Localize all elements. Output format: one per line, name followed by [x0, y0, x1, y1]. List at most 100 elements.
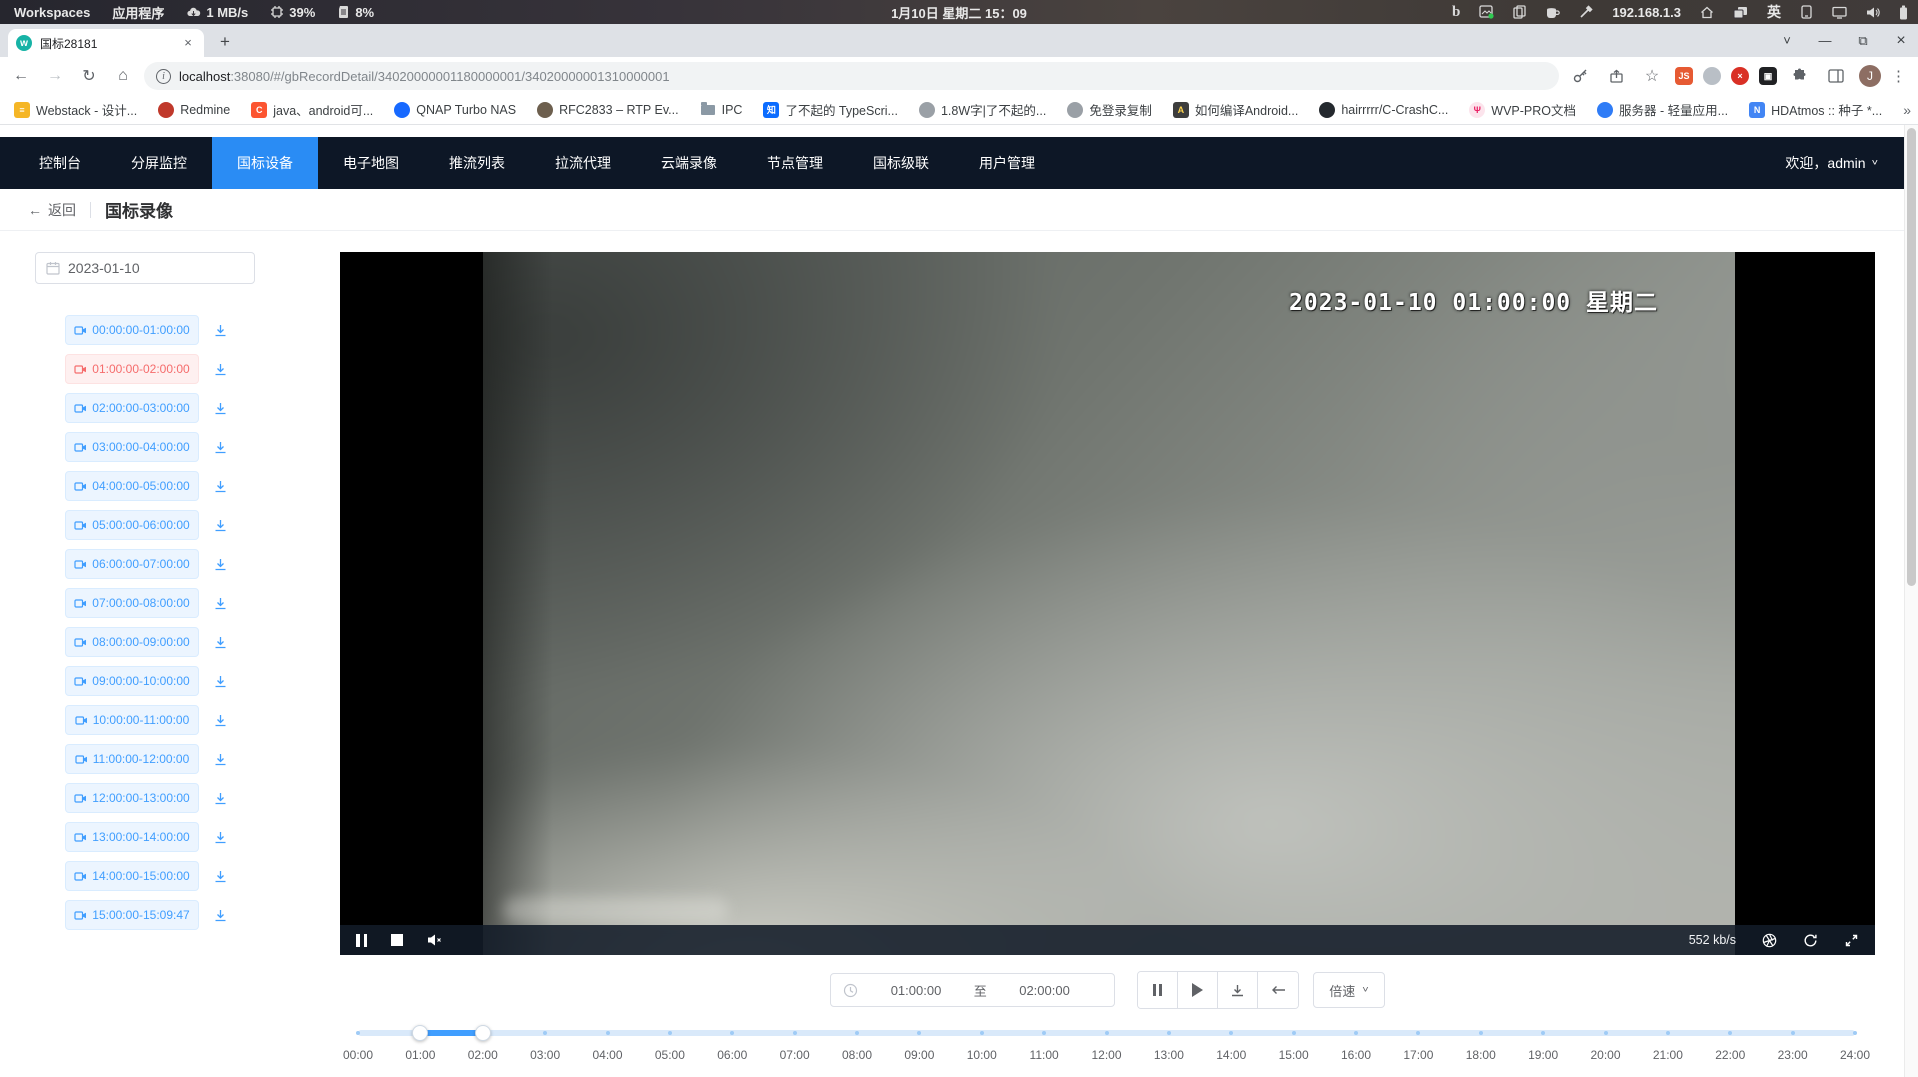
- tab-close-icon[interactable]: ×: [180, 35, 196, 51]
- tab-search-chevron-icon[interactable]: ˅: [1780, 33, 1794, 48]
- clipboard-tray-icon[interactable]: [1513, 5, 1526, 19]
- timeline-track[interactable]: [358, 1030, 1855, 1036]
- recording-segment-button[interactable]: 10:00:00-11:00:00: [65, 705, 199, 735]
- recording-segment-button[interactable]: 05:00:00-06:00:00: [65, 510, 199, 540]
- bookmark-item[interactable]: ≡Webstack - 设计...: [14, 100, 137, 119]
- download-recording-button[interactable]: [213, 518, 228, 533]
- nav-item-2[interactable]: 国标设备: [212, 137, 318, 189]
- recording-segment-button[interactable]: 12:00:00-13:00:00: [65, 783, 199, 813]
- video-player[interactable]: 2023-01-10 01:00:00 星期二 552 kb/s: [340, 252, 1875, 955]
- applications-menu[interactable]: 应用程序: [112, 3, 164, 22]
- download-recording-button[interactable]: [213, 362, 228, 377]
- recording-segment-button[interactable]: 14:00:00-15:00:00: [65, 861, 199, 891]
- seek-back-button[interactable]: [1258, 972, 1298, 1008]
- download-recording-button[interactable]: [213, 635, 228, 650]
- download-recording-button[interactable]: [213, 791, 228, 806]
- play-button[interactable]: [1178, 972, 1218, 1008]
- recording-segment-button[interactable]: 13:00:00-14:00:00: [65, 822, 199, 852]
- download-recording-button[interactable]: [213, 596, 228, 611]
- bookmark-item[interactable]: IPC: [700, 102, 743, 118]
- clock[interactable]: 1月10日 星期二 15：09: [891, 3, 1027, 22]
- bookmarks-overflow-icon[interactable]: »: [1903, 102, 1911, 118]
- bookmark-item[interactable]: 免登录复制: [1067, 100, 1152, 119]
- nav-item-3[interactable]: 电子地图: [318, 137, 424, 189]
- share-icon[interactable]: [1603, 63, 1629, 89]
- bookmark-item[interactable]: ΨWVP-PRO文档: [1469, 100, 1576, 119]
- nav-item-1[interactable]: 分屏监控: [106, 137, 212, 189]
- start-time-value[interactable]: 01:00:00: [858, 983, 974, 998]
- browser-back-button[interactable]: ←: [8, 63, 34, 89]
- bookmark-item[interactable]: 1.8W字|了不起的...: [919, 100, 1046, 119]
- bookmark-item[interactable]: NHDAtmos :: 种子 *...: [1749, 100, 1882, 119]
- end-time-value[interactable]: 02:00:00: [987, 983, 1103, 998]
- recording-segment-button[interactable]: 02:00:00-03:00:00: [65, 393, 199, 423]
- coffee-tray-icon[interactable]: [1545, 6, 1560, 19]
- bookmark-item[interactable]: RFC2833 – RTP Ev...: [537, 102, 679, 118]
- download-recording-button[interactable]: [213, 479, 228, 494]
- download-recording-button[interactable]: [213, 713, 228, 728]
- fullscreen-icon[interactable]: [1844, 933, 1859, 948]
- recording-segment-button[interactable]: 00:00:00-01:00:00: [65, 315, 199, 345]
- recording-segment-button[interactable]: 04:00:00-05:00:00: [65, 471, 199, 501]
- video-stop-button[interactable]: [391, 934, 403, 946]
- home-tray-icon[interactable]: [1700, 6, 1714, 19]
- nav-item-0[interactable]: 控制台: [14, 137, 106, 189]
- user-menu[interactable]: 欢迎，admin ˅: [1785, 153, 1878, 173]
- volume-icon[interactable]: [1866, 6, 1880, 19]
- bookmark-item[interactable]: hairrrrr/C-CrashC...: [1319, 102, 1448, 118]
- download-recording-button[interactable]: [213, 752, 228, 767]
- download-recording-button[interactable]: [213, 401, 228, 416]
- bookmark-item[interactable]: A如何编译Android...: [1173, 100, 1299, 119]
- ip-address-label[interactable]: 192.168.1.3: [1612, 5, 1681, 20]
- page-scrollbar[interactable]: [1904, 125, 1918, 1077]
- recording-segment-button[interactable]: 07:00:00-08:00:00: [65, 588, 199, 618]
- refresh-icon[interactable]: [1803, 933, 1818, 948]
- pause-button[interactable]: [1138, 972, 1178, 1008]
- download-recording-button[interactable]: [213, 869, 228, 884]
- bookmark-item[interactable]: Redmine: [158, 102, 230, 118]
- video-pause-button[interactable]: [356, 934, 367, 947]
- extension-dark-icon[interactable]: ▣: [1759, 67, 1777, 85]
- browser-home-button[interactable]: ⌂: [110, 63, 136, 89]
- display-icon[interactable]: [1832, 6, 1847, 19]
- battery-icon[interactable]: [1899, 5, 1908, 20]
- tool-tray-icon[interactable]: [1579, 5, 1593, 19]
- profile-avatar[interactable]: J: [1859, 65, 1881, 87]
- date-picker-input[interactable]: 2023-01-10: [35, 252, 255, 284]
- side-panel-icon[interactable]: [1823, 63, 1849, 89]
- browser-menu-icon[interactable]: ⋮: [1891, 67, 1906, 85]
- window-close-button[interactable]: ×: [1894, 32, 1908, 50]
- recording-segment-button[interactable]: 01:00:00-02:00:00: [65, 354, 199, 384]
- download-recording-button[interactable]: [213, 674, 228, 689]
- recording-segment-button[interactable]: 06:00:00-07:00:00: [65, 549, 199, 579]
- address-bar[interactable]: i localhost:38080/#/gbRecordDetail/34020…: [144, 62, 1559, 90]
- input-language-indicator[interactable]: 英: [1767, 2, 1781, 22]
- back-button[interactable]: ← 返回: [28, 200, 76, 220]
- download-recording-button[interactable]: [213, 557, 228, 572]
- new-tab-button[interactable]: +: [212, 29, 238, 55]
- speed-dropdown[interactable]: 倍速 ˅: [1313, 972, 1384, 1008]
- password-key-icon[interactable]: [1567, 63, 1593, 89]
- download-recording-button[interactable]: [213, 323, 228, 338]
- recording-segment-button[interactable]: 03:00:00-04:00:00: [65, 432, 199, 462]
- recording-segment-button[interactable]: 08:00:00-09:00:00: [65, 627, 199, 657]
- download-recording-button[interactable]: [213, 830, 228, 845]
- recording-segment-button[interactable]: 09:00:00-10:00:00: [65, 666, 199, 696]
- volume-muted-icon[interactable]: [427, 933, 443, 947]
- snapshot-aperture-icon[interactable]: [1762, 933, 1777, 948]
- download-button[interactable]: [1218, 972, 1258, 1008]
- browser-forward-button[interactable]: →: [42, 63, 68, 89]
- browser-tab[interactable]: w 国标28181 ×: [8, 29, 204, 57]
- recording-segment-button[interactable]: 15:00:00-15:09:47: [65, 900, 199, 930]
- nav-item-5[interactable]: 拉流代理: [530, 137, 636, 189]
- timeline-start-handle[interactable]: [412, 1025, 428, 1041]
- time-range-input[interactable]: 01:00:00 至 02:00:00: [830, 973, 1115, 1007]
- bookmark-item[interactable]: 知了不起的 TypeScri...: [763, 100, 898, 119]
- download-recording-button[interactable]: [213, 908, 228, 923]
- bookmark-item[interactable]: QNAP Turbo NAS: [394, 102, 516, 118]
- nav-item-4[interactable]: 推流列表: [424, 137, 530, 189]
- extension-gray-icon[interactable]: [1703, 67, 1721, 85]
- bing-tray-icon[interactable]: b: [1452, 4, 1460, 21]
- workspaces-button[interactable]: Workspaces: [14, 5, 90, 20]
- nav-item-6[interactable]: 云端录像: [636, 137, 742, 189]
